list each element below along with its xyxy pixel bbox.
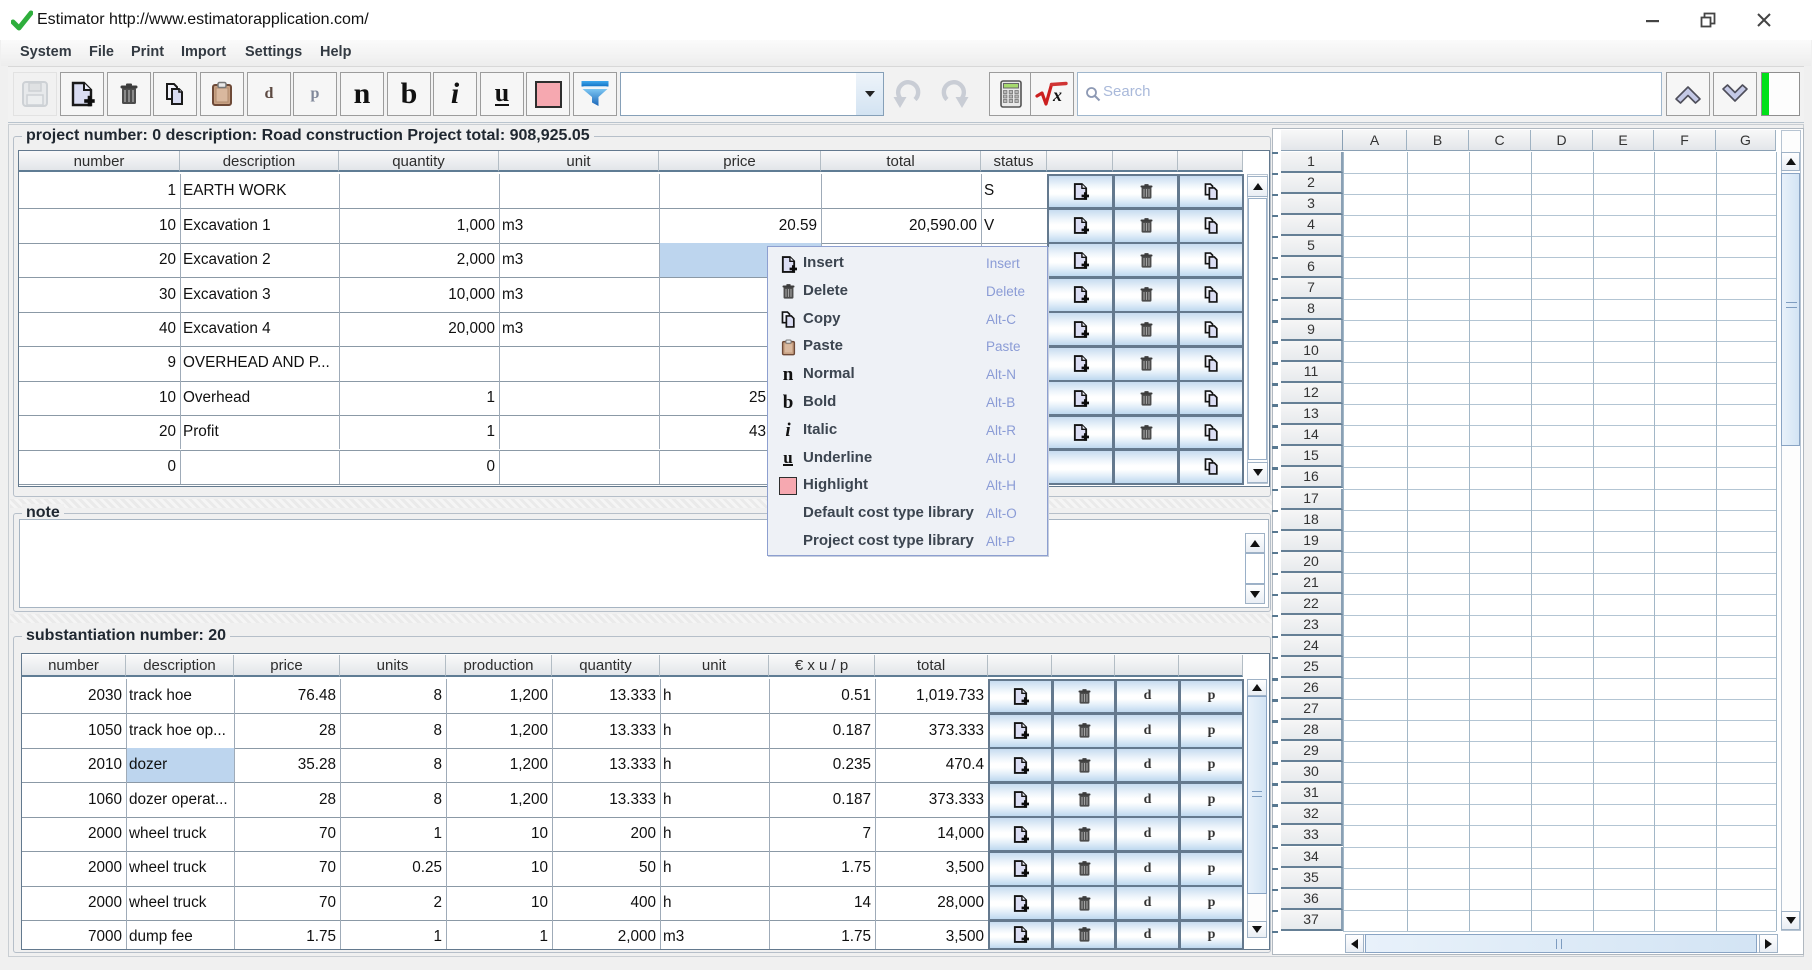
svg-text:x: x: [1052, 85, 1062, 105]
